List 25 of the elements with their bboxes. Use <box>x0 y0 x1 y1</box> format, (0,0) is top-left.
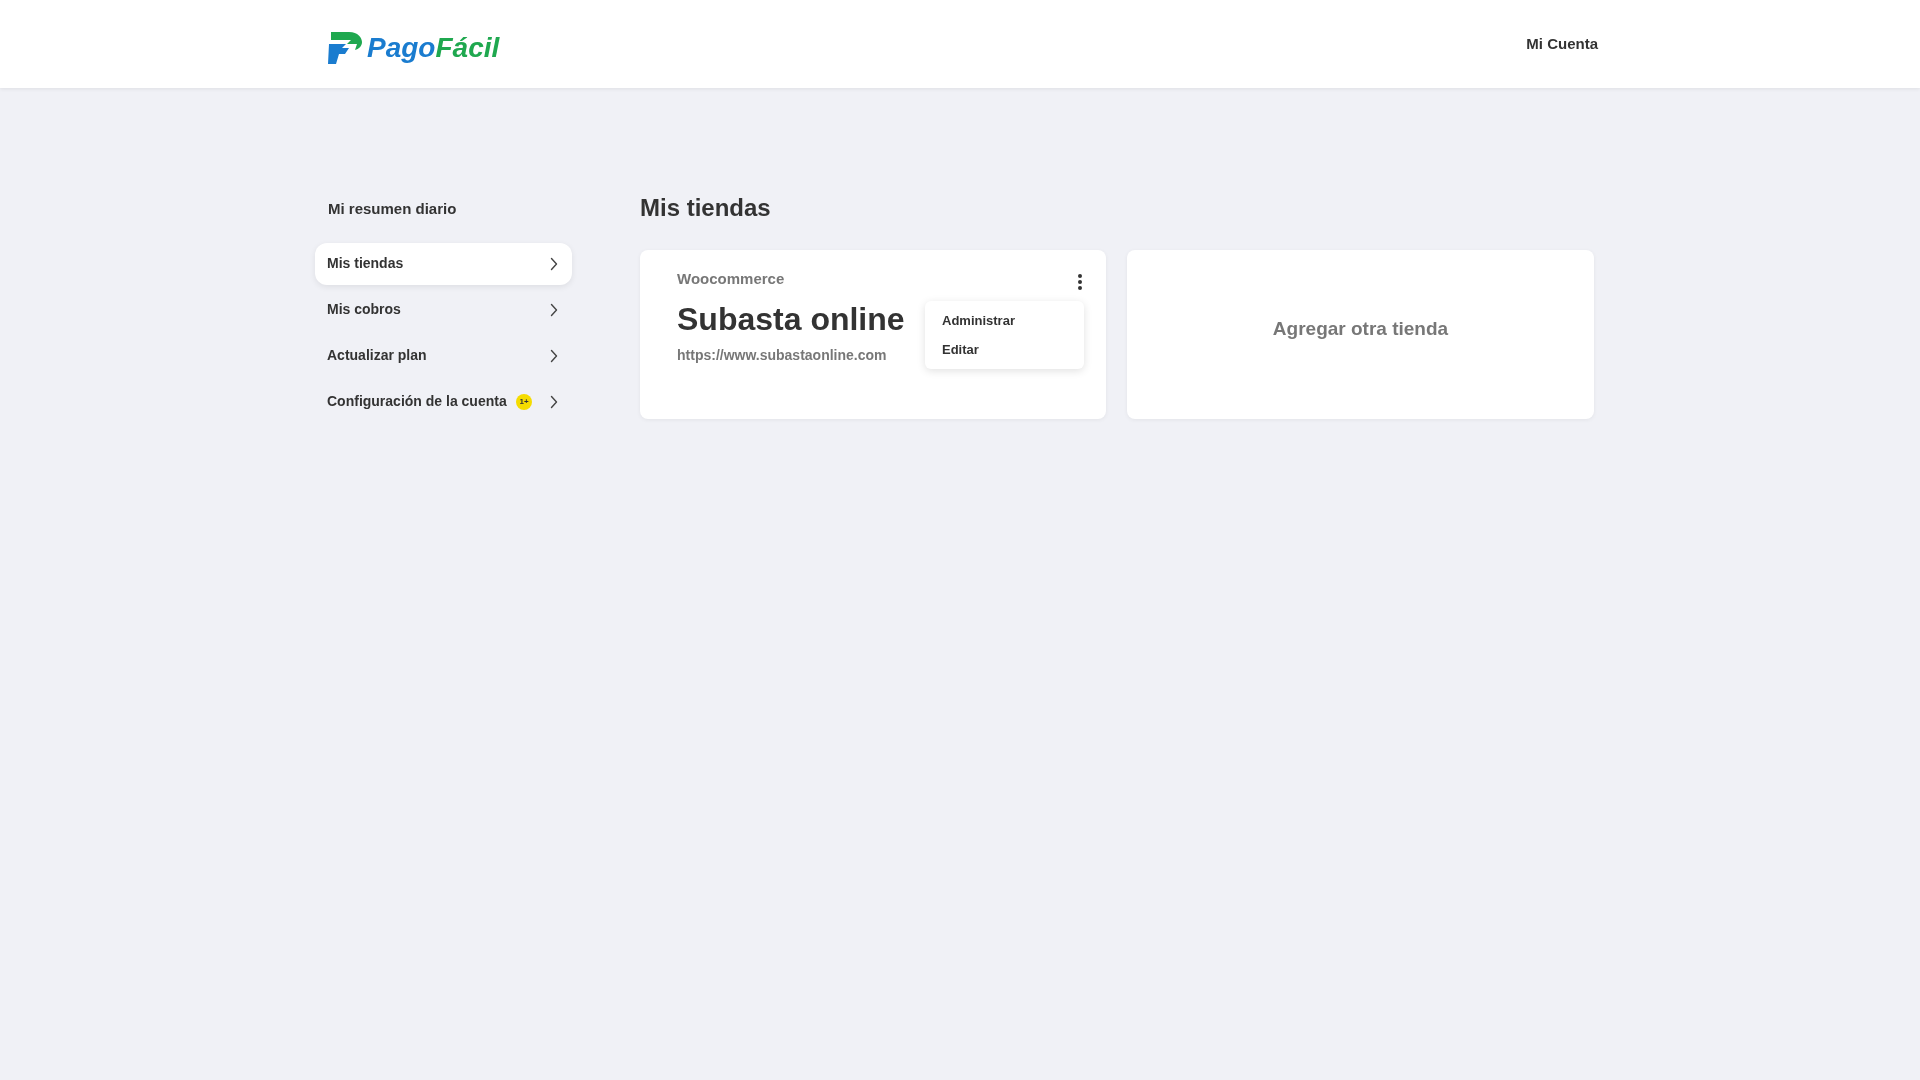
menu-item[interactable]: Editar <box>925 339 1084 359</box>
account-link[interactable]: Mi Cuenta <box>1526 32 1598 56</box>
store-name: Subasta online <box>677 299 905 339</box>
menu-item[interactable]: Administrar <box>925 311 1084 331</box>
sidebar-item[interactable]: Actualizar plan <box>315 334 572 377</box>
chevron-right-icon <box>550 256 558 271</box>
logo-mark-icon <box>327 31 363 65</box>
logo[interactable]: PagoFácil <box>327 23 500 65</box>
sidebar-item-label: Mis tiendas <box>327 254 404 273</box>
more-options-button[interactable] <box>1076 274 1084 290</box>
sidebar-item-label: Mis cobros <box>327 300 401 319</box>
store-platform: Woocommerce <box>677 269 785 289</box>
page-title: Mis tiendas <box>640 193 772 223</box>
sidebar-item[interactable]: Mis cobros <box>315 288 572 331</box>
sidebar-item[interactable]: Configuración de la cuenta 1+ <box>315 380 572 423</box>
store-url: https://www.subastaonline.com <box>677 345 887 365</box>
sidebar-item[interactable]: Mis tiendas <box>315 242 572 285</box>
chevron-right-icon <box>550 394 558 409</box>
notification-badge: 1+ <box>516 393 532 410</box>
chevron-right-icon <box>550 302 558 317</box>
sidebar-heading[interactable]: Mi resumen diario <box>315 192 572 227</box>
sidebar-item-label: Actualizar plan <box>327 346 427 365</box>
chevron-right-icon <box>550 348 558 363</box>
add-store-card[interactable]: Agregar otra tienda <box>1127 250 1594 419</box>
sidebar-item-label: Configuración de la cuenta <box>327 392 507 411</box>
